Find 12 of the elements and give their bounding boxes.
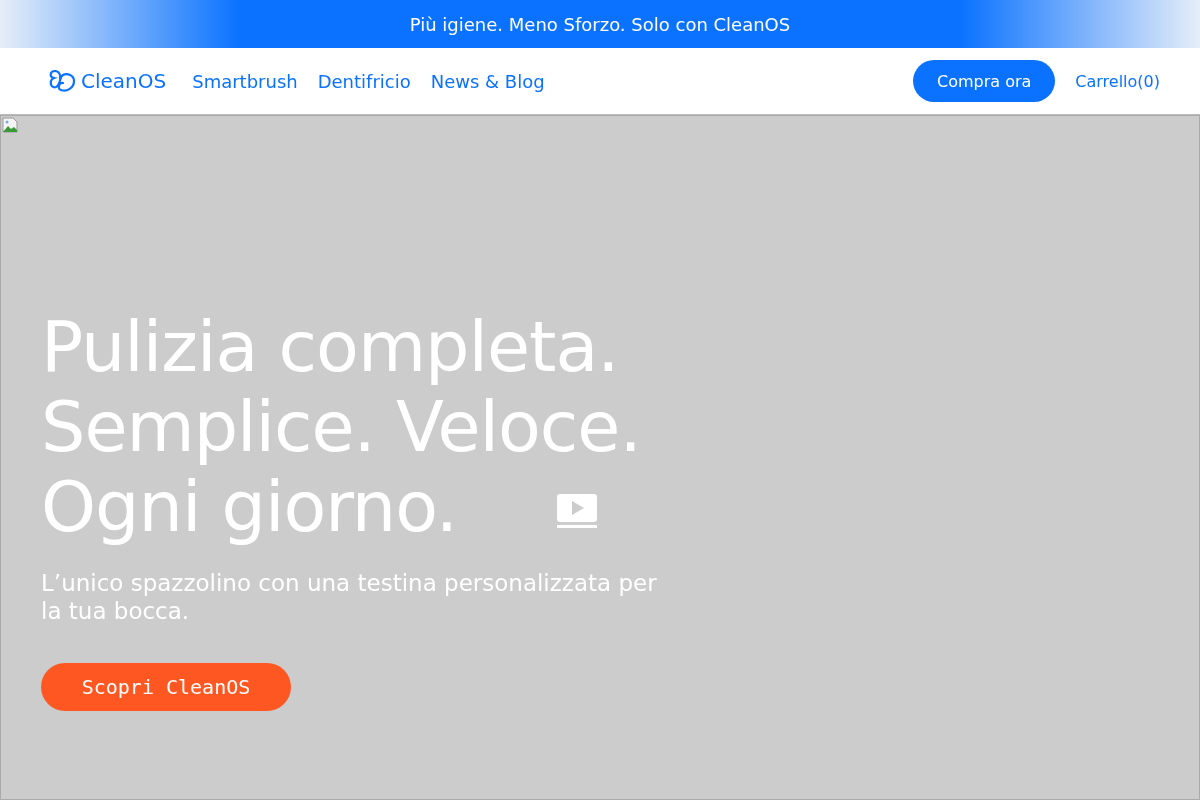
logo[interactable]: CleanOS: [47, 67, 167, 95]
nav-link[interactable]: News & Blog: [430, 70, 545, 92]
announcement-bar: Più igiene. Meno Sforzo. Solo con CleanOS: [0, 0, 1200, 48]
broken-image-icon: [2, 117, 18, 133]
discover-button[interactable]: Scopri CleanOS: [41, 663, 291, 711]
nav-link[interactable]: Dentifricio: [317, 70, 411, 92]
nav-link[interactable]: Smartbrush: [192, 70, 298, 92]
buy-button[interactable]: Compra ora: [912, 60, 1056, 102]
video-play-icon[interactable]: [557, 494, 598, 530]
logo-text: CleanOS: [81, 69, 167, 93]
logo-icon: [47, 67, 77, 95]
cart-link[interactable]: Carrello(0): [1075, 71, 1160, 91]
